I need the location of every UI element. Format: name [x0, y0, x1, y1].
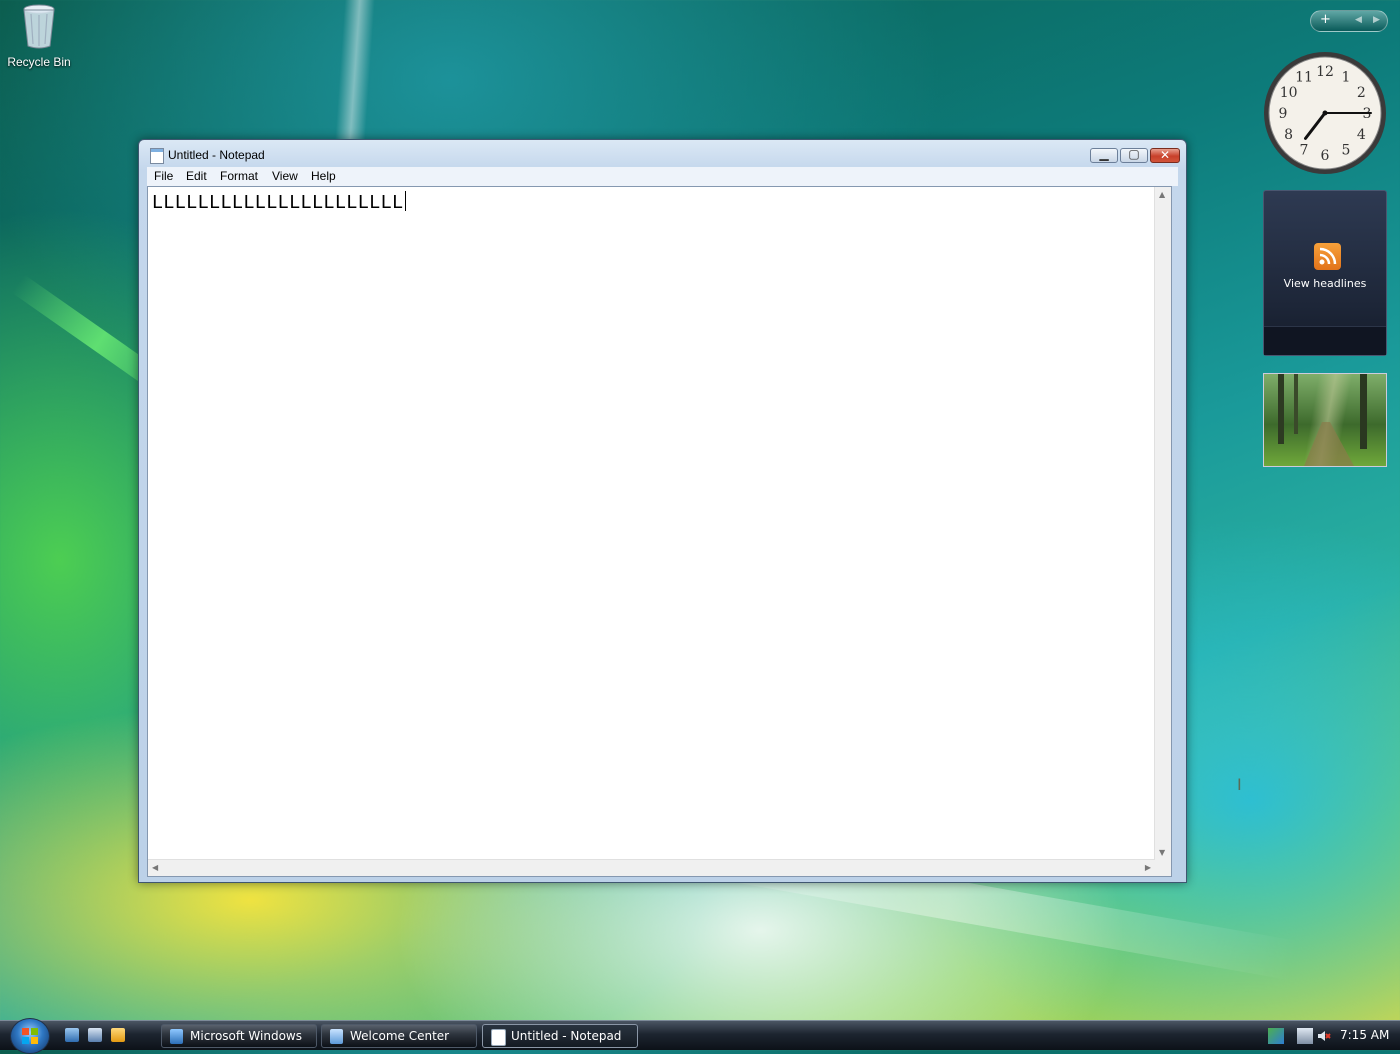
windows-logo-icon [22, 1028, 38, 1044]
view-headlines-label[interactable]: View headlines [1264, 277, 1386, 290]
slideshow-gadget[interactable] [1263, 373, 1387, 467]
minimize-button[interactable]: ▁ [1090, 147, 1118, 163]
vertical-scrollbar[interactable]: ▲ ▼ [1154, 187, 1171, 860]
scroll-right-icon[interactable]: ▶ [1145, 863, 1151, 872]
recycle-bin-icon [23, 4, 55, 49]
recycle-bin-label: Recycle Bin [7, 55, 71, 69]
clock-numeral: 2 [1357, 85, 1366, 101]
menu-help[interactable]: Help [311, 169, 336, 183]
wallpaper-streak [335, 0, 375, 140]
next-page-icon[interactable]: ▶ [1373, 15, 1380, 25]
clock-time[interactable]: 7:15 AM [1340, 1028, 1389, 1042]
clock-numeral: 11 [1295, 70, 1313, 86]
title-bar[interactable]: Untitled - Notepad ▁ ▢ ✕ [139, 140, 1186, 165]
menu-file[interactable]: File [154, 169, 173, 183]
editor-text: LLLLLLLLLLLLLLLLLLLLLL [152, 191, 406, 213]
menu-bar: File Edit Format View Help [147, 167, 1178, 186]
clock-numeral: 6 [1321, 148, 1330, 164]
clock-numeral: 5 [1342, 142, 1351, 158]
previous-page-icon[interactable]: ◀ [1355, 15, 1362, 25]
taskbar-button-notepad[interactable]: Untitled - Notepad [482, 1024, 638, 1048]
notepad-taskbar-icon [491, 1029, 506, 1046]
media-player-icon[interactable] [111, 1028, 125, 1042]
resize-grip[interactable] [1155, 860, 1171, 876]
forest-photo [1278, 374, 1367, 466]
taskbar-button-label: Untitled - Notepad [511, 1029, 622, 1043]
editor-content: LLLLLLLLLLLLLLLLLLLLLL [152, 192, 404, 213]
switch-windows-icon[interactable] [88, 1028, 102, 1042]
menu-edit[interactable]: Edit [186, 169, 207, 183]
clock-numeral: 8 [1284, 127, 1293, 143]
clock-gadget[interactable]: 121234567891011 [1262, 50, 1388, 176]
minimize-icon: ▁ [1099, 147, 1109, 161]
show-desktop-icon[interactable] [65, 1028, 79, 1042]
taskbar: Microsoft Windows Welcome Center Untitle… [0, 1018, 1400, 1054]
sidebar-controls: + ◀ ▶ [1310, 10, 1388, 32]
text-caret [404, 191, 406, 211]
clock-numeral: 4 [1357, 127, 1366, 143]
text-editor[interactable]: LLLLLLLLLLLLLLLLLLLLLL ▲ ▼ ◀ ▶ [147, 186, 1172, 877]
maximize-icon: ▢ [1128, 147, 1140, 161]
horizontal-scrollbar[interactable]: ◀ ▶ [148, 859, 1155, 876]
windows-update-icon[interactable] [1268, 1028, 1284, 1044]
start-button[interactable] [10, 1018, 50, 1054]
feed-footer [1264, 326, 1386, 355]
taskbar-button-microsoft-windows[interactable]: Microsoft Windows [161, 1024, 317, 1048]
clock-numeral: 1 [1342, 70, 1351, 86]
clock-numeral: 12 [1316, 64, 1334, 80]
maximize-button[interactable]: ▢ [1120, 147, 1148, 163]
close-icon: ✕ [1159, 148, 1171, 162]
mouse-text-cursor: Ⅰ [1237, 775, 1242, 794]
clock-numeral: 9 [1279, 106, 1288, 122]
scroll-up-icon[interactable]: ▲ [1159, 190, 1165, 199]
recycle-bin-shortcut[interactable]: Recycle Bin [4, 2, 74, 69]
clock-numeral: 7 [1300, 142, 1309, 158]
scroll-down-icon[interactable]: ▼ [1159, 848, 1165, 857]
add-gadget-icon[interactable]: + [1320, 12, 1331, 27]
menu-view[interactable]: View [272, 169, 298, 183]
rss-icon [1314, 243, 1341, 270]
feed-headlines-gadget[interactable]: View headlines [1263, 190, 1387, 356]
taskbar-button-label: Microsoft Windows [190, 1029, 302, 1043]
volume-muted-icon[interactable] [1316, 1028, 1332, 1044]
network-icon[interactable] [1297, 1028, 1313, 1044]
windows-app-icon [170, 1029, 183, 1044]
window-title: Untitled - Notepad [168, 148, 265, 162]
taskbar-button-welcome-center[interactable]: Welcome Center [321, 1024, 477, 1048]
notepad-window[interactable]: Untitled - Notepad ▁ ▢ ✕ File Edit Forma… [138, 139, 1187, 883]
scroll-left-icon[interactable]: ◀ [152, 863, 158, 872]
clock-numeral: 10 [1280, 85, 1298, 101]
menu-format[interactable]: Format [220, 169, 258, 183]
welcome-center-icon [330, 1029, 343, 1044]
close-button[interactable]: ✕ [1150, 148, 1180, 163]
notepad-icon [150, 148, 164, 164]
taskbar-button-label: Welcome Center [350, 1029, 450, 1043]
